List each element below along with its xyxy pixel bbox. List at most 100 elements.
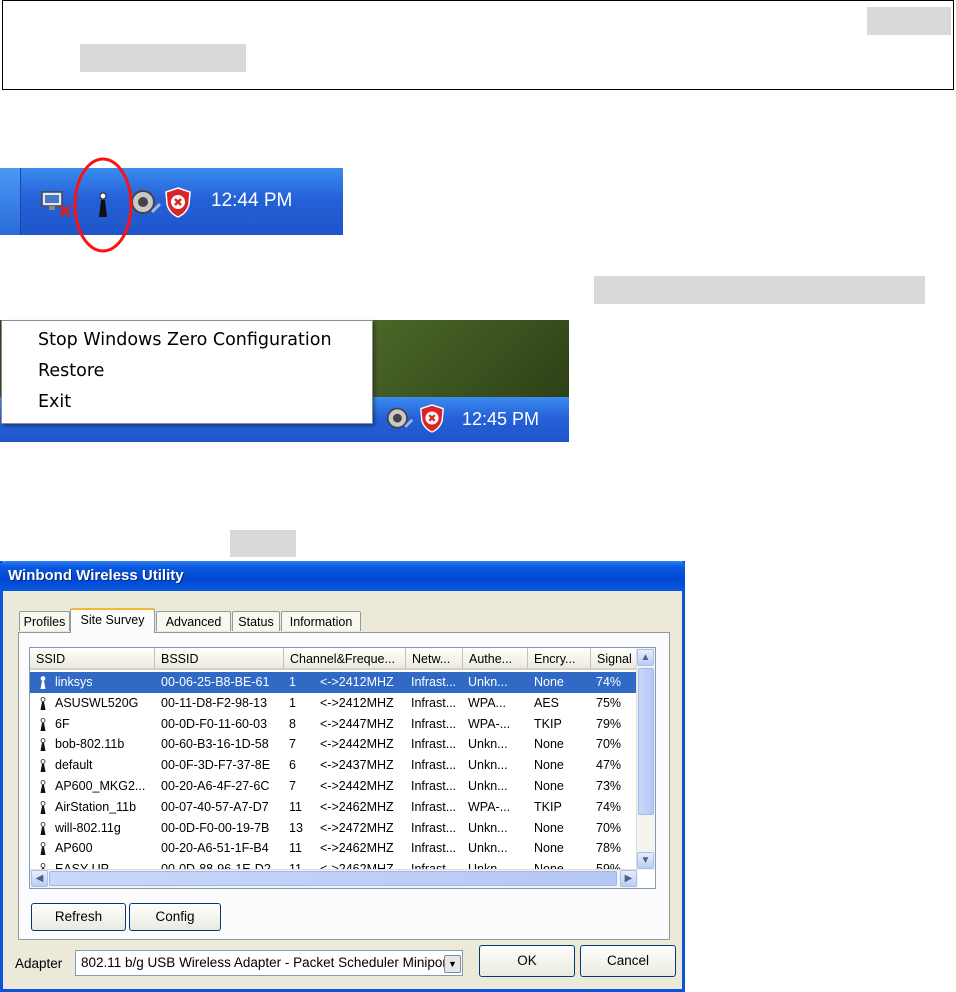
dropdown-arrow-icon[interactable]: ▼ [444, 955, 461, 973]
cell-ch: 1 [289, 695, 296, 710]
highlight-block [594, 276, 925, 304]
security-alert-shield-icon[interactable] [418, 403, 446, 433]
table-row[interactable]: linksys 00-06-25-B8-BE-61 1 <->2412MHZ Infra… [30, 672, 638, 693]
table-row[interactable]: ASUSWL520G 00-11-D8-F2-98-13 1 <->2412MHZ In… [30, 693, 638, 714]
cell-net: Infrast... [411, 820, 457, 835]
adapter-select[interactable]: 802.11 b/g USB Wireless Adapter - Packet… [75, 950, 463, 976]
cell-net: Infrast... [411, 841, 457, 856]
cell-auth: Unkn... [468, 820, 508, 835]
cell-ssid: ASUSWL520G [55, 695, 139, 710]
column-header[interactable]: SSID [30, 648, 155, 670]
column-header[interactable]: Authe... [463, 648, 528, 670]
scroll-thumb[interactable] [49, 871, 617, 886]
cell-freq: <->2472MHZ [320, 820, 394, 835]
horizontal-scrollbar[interactable]: ◀ ▶ [30, 869, 638, 888]
scroll-right-icon[interactable]: ▶ [620, 870, 637, 887]
adapter-label: Adapter [15, 956, 63, 971]
cell-net: Infrast... [411, 675, 457, 689]
table-row[interactable]: AP600 00-20-A6-51-1F-B4 11 <->2462MHZ Infras… [30, 838, 638, 859]
cell-ch: 8 [289, 716, 296, 731]
cell-net: Infrast... [411, 737, 457, 752]
tab-advanced[interactable]: Advanced [156, 611, 231, 631]
system-tray-1: 12:44 PM [0, 168, 343, 235]
speaker-icon[interactable] [386, 405, 414, 433]
cell-ssid: bob-802.11b [55, 737, 125, 752]
access-point-icon [40, 738, 46, 752]
table-row[interactable]: AirStation_11b 00-07-40-57-A7-D7 11 <->2462… [30, 797, 638, 818]
cell-auth: WPA-... [468, 799, 511, 814]
tab-profiles[interactable]: Profiles [19, 611, 70, 631]
table-row[interactable]: default 00-0F-3D-F7-37-8E 6 <->2437MHZ Infra… [30, 755, 638, 776]
cell-freq: <->2462MHZ [320, 841, 394, 856]
column-header[interactable]: Encry... [528, 648, 591, 670]
refresh-button[interactable]: Refresh [31, 903, 126, 931]
tab-status[interactable]: Status [232, 611, 280, 631]
cell-enc: None [534, 758, 564, 773]
vertical-scrollbar[interactable]: ▲ ▼ [636, 648, 655, 870]
column-header[interactable]: Signal [591, 648, 638, 670]
security-alert-shield-icon[interactable] [163, 186, 193, 218]
scroll-left-icon[interactable]: ◀ [31, 870, 48, 887]
cell-ch: 1 [289, 675, 296, 689]
menu-item-exit[interactable]: Exit [38, 392, 71, 412]
highlight-block [80, 44, 246, 72]
cell-net: Infrast... [411, 716, 457, 731]
network-disconnected-icon[interactable] [40, 188, 74, 218]
access-point-icon [40, 759, 46, 773]
cell-signal: 47% [596, 758, 622, 773]
tray-clock: 12:44 PM [211, 190, 293, 211]
access-point-icon [40, 676, 46, 689]
menu-item-stop-wzc[interactable]: Stop Windows Zero Configuration [38, 330, 332, 350]
tray-context-menu: Stop Windows Zero Configuration Restore … [1, 320, 373, 424]
ok-button[interactable]: OK [479, 945, 575, 977]
cell-ch: 11 [289, 841, 302, 856]
speaker-icon[interactable] [130, 188, 162, 218]
tab-information[interactable]: Information [281, 611, 361, 631]
cell-bssid: 00-0D-F0-00-19-7B [161, 820, 270, 835]
cell-freq: <->2412MHZ [320, 675, 394, 689]
cell-auth: Unkn... [468, 841, 508, 856]
cell-signal: 78% [596, 841, 622, 856]
cell-bssid: 00-20-A6-4F-27-6C [161, 779, 270, 793]
access-point-icon [40, 696, 46, 710]
column-header[interactable]: Channel&Freque... [284, 648, 406, 670]
access-point-icon [40, 842, 46, 856]
cell-enc: TKIP [534, 799, 562, 814]
title-bar[interactable]: Winbond Wireless Utility [0, 561, 685, 591]
scroll-thumb[interactable] [638, 668, 654, 815]
table-row[interactable]: AP600_MKG2... 00-20-A6-4F-27-6C 7 <->2442MH… [30, 776, 638, 797]
cell-auth: Unkn... [468, 779, 508, 793]
scroll-down-icon[interactable]: ▼ [637, 852, 654, 869]
cancel-button[interactable]: Cancel [580, 945, 676, 977]
tab-site-survey[interactable]: Site Survey [70, 608, 155, 633]
cell-net: Infrast... [411, 758, 457, 773]
highlight-block [867, 7, 951, 35]
cell-auth: Unkn... [468, 675, 508, 689]
cell-freq: <->2442MHZ [320, 779, 394, 793]
config-button[interactable]: Config [129, 903, 221, 931]
cell-enc: AES [534, 695, 560, 710]
cell-bssid: 00-11-D8-F2-98-13 [161, 695, 268, 710]
cell-auth: WPA... [468, 695, 506, 710]
table-row[interactable]: bob-802.11b 00-60-B3-16-1D-58 7 <->2442MHZ I… [30, 734, 638, 755]
scroll-up-icon[interactable]: ▲ [637, 649, 654, 666]
cell-enc: TKIP [534, 716, 562, 731]
cell-bssid: 00-07-40-57-A7-D7 [161, 799, 269, 814]
note-box [2, 0, 954, 90]
table-row[interactable]: 6F 00-0D-F0-11-60-03 8 <->2447MHZ Infrast...… [30, 714, 638, 735]
cell-ch: 7 [289, 779, 296, 793]
column-header[interactable]: BSSID [155, 648, 284, 670]
cell-ssid: linksys [55, 675, 93, 689]
tray-clock: 12:45 PM [462, 409, 540, 429]
cell-enc: None [534, 675, 564, 689]
cell-ssid: will-802.11g [55, 820, 121, 835]
cell-enc: None [534, 779, 564, 793]
table-row[interactable]: will-802.11g 00-0D-F0-00-19-7B 13 <->2472MH… [30, 818, 638, 839]
network-list[interactable]: SSID BSSID Channel&Freque... Netw... Authe..… [29, 647, 656, 889]
cell-bssid: 00-20-A6-51-1F-B4 [161, 841, 269, 856]
tray-edge [0, 168, 21, 235]
adapter-value: 802.11 b/g USB Wireless Adapter - Packet… [81, 955, 451, 970]
menu-item-restore[interactable]: Restore [38, 361, 104, 381]
column-header[interactable]: Netw... [406, 648, 463, 670]
cell-freq: <->2442MHZ [320, 737, 394, 752]
